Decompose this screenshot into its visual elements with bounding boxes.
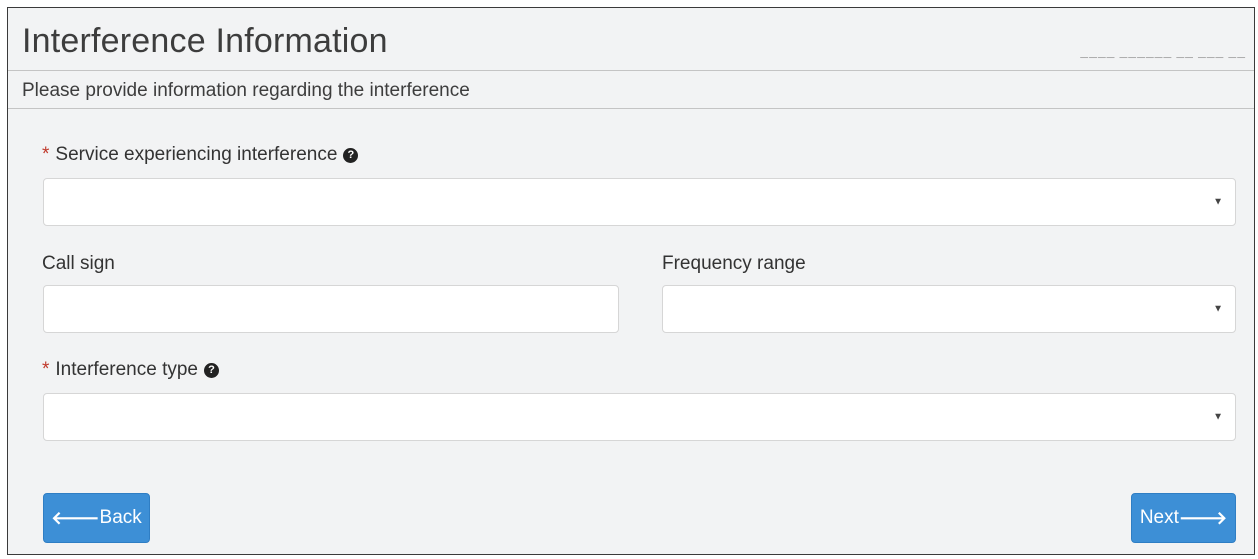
service-select[interactable]: ▼ bbox=[43, 178, 1236, 226]
chevron-down-icon: ▼ bbox=[1213, 303, 1223, 315]
call-sign-input[interactable] bbox=[43, 285, 619, 333]
service-label-text: Service experiencing interference bbox=[55, 144, 338, 165]
frequency-range-select[interactable]: ▼ bbox=[662, 285, 1236, 333]
arrow-left-icon: 🡐 bbox=[51, 507, 100, 528]
service-label: * Service experiencing interference ? bbox=[42, 144, 359, 166]
back-button[interactable]: 🡐 Back bbox=[43, 493, 150, 543]
divider bbox=[8, 70, 1254, 71]
arrow-right-icon: 🡒 bbox=[1178, 507, 1228, 528]
next-button[interactable]: Next 🡒 bbox=[1131, 493, 1236, 543]
next-button-label: Next bbox=[1139, 507, 1179, 528]
page-title: Interference Information bbox=[22, 22, 388, 60]
cutoff-header-text: ──── ────── ── ─── ── bbox=[1080, 56, 1246, 62]
interference-form-panel: Interference Information ──── ────── ── … bbox=[7, 7, 1255, 555]
required-asterisk: * bbox=[42, 144, 50, 165]
call-sign-label: Call sign bbox=[42, 253, 115, 275]
interference-type-select[interactable]: ▼ bbox=[43, 393, 1236, 441]
question-circle-icon[interactable]: ? bbox=[343, 147, 359, 163]
frequency-range-label-text: Frequency range bbox=[662, 253, 806, 274]
interference-type-label-text: Interference type bbox=[55, 359, 198, 380]
chevron-down-icon: ▼ bbox=[1213, 411, 1223, 423]
call-sign-label-text: Call sign bbox=[42, 253, 115, 274]
page-subtitle: Please provide information regarding the… bbox=[22, 80, 470, 101]
frequency-range-label: Frequency range bbox=[662, 253, 806, 275]
divider bbox=[8, 108, 1254, 109]
question-circle-icon[interactable]: ? bbox=[204, 362, 219, 378]
required-asterisk: * bbox=[42, 359, 50, 380]
back-button-label: Back bbox=[99, 507, 142, 528]
interference-type-label: * Interference type ? bbox=[42, 359, 219, 381]
chevron-down-icon: ▼ bbox=[1213, 196, 1223, 208]
